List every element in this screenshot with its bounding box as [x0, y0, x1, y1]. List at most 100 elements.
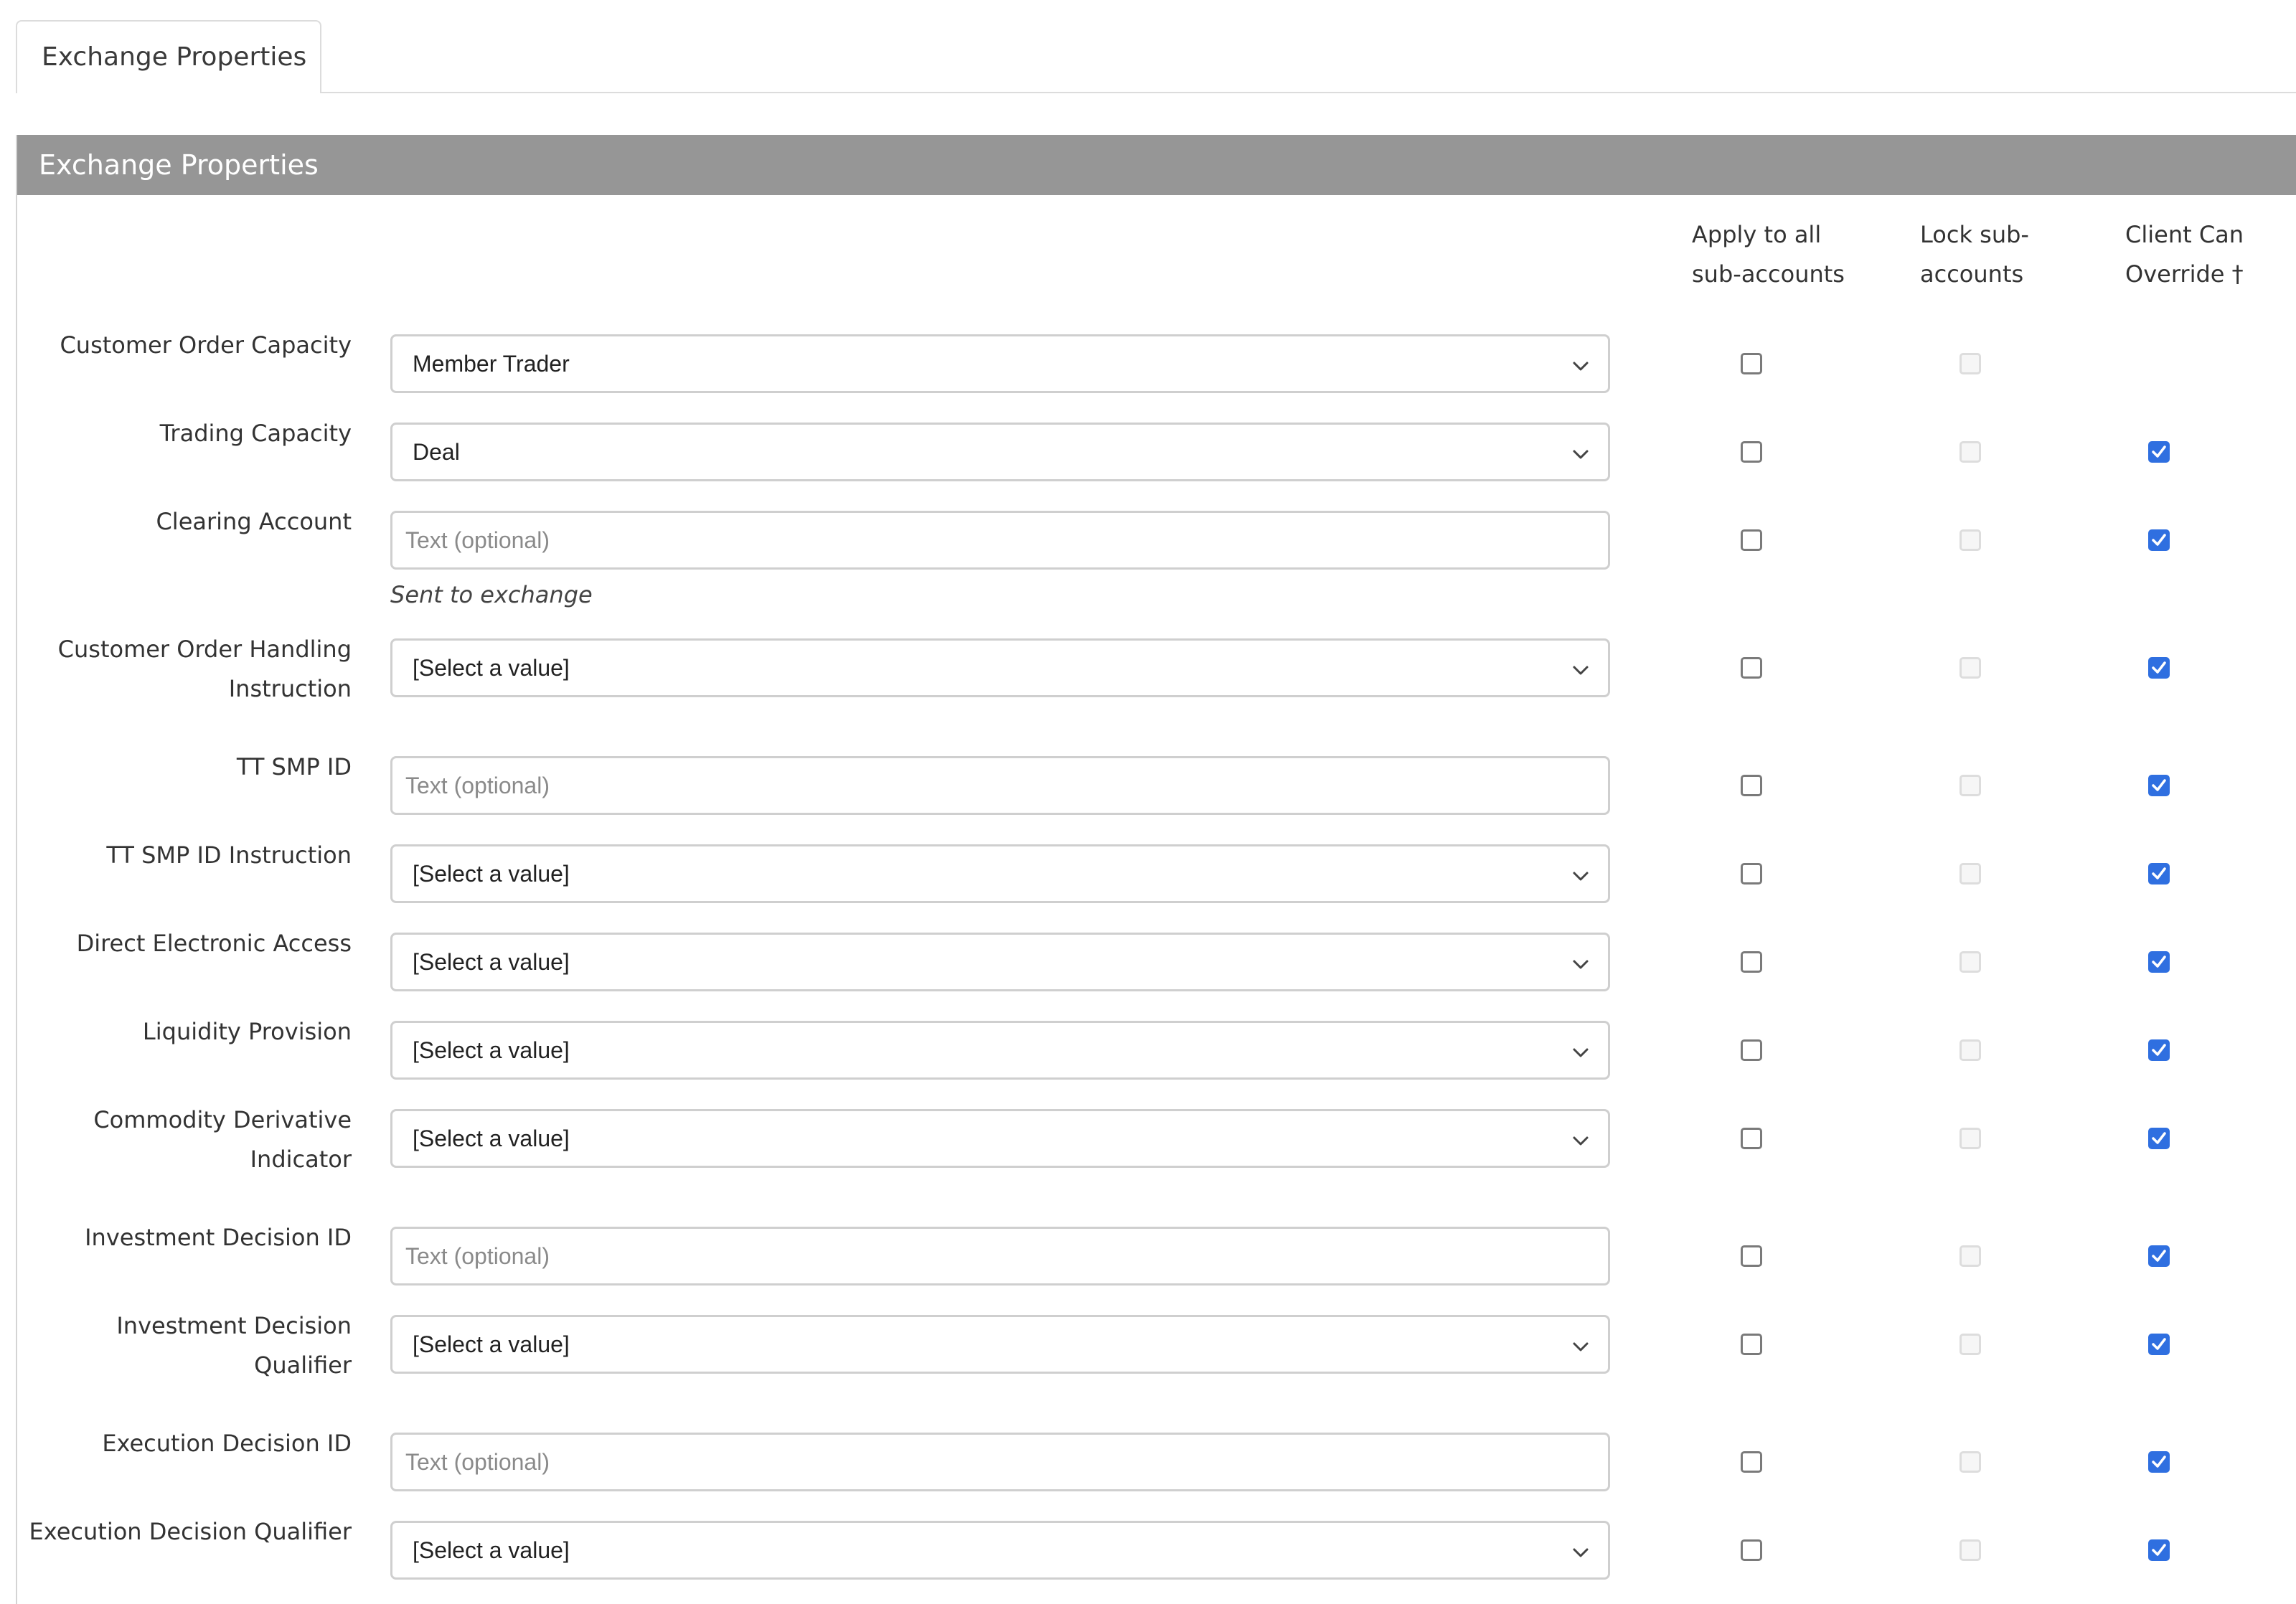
client-can-override-checkbox[interactable]: [2148, 657, 2170, 679]
select-investment-decision-qualifier[interactable]: [Select a value]: [390, 1315, 1610, 1374]
select-value: [Select a value]: [413, 1126, 570, 1151]
field-label-tt-smp-id: TT SMP ID: [22, 747, 352, 787]
field-label-line: Commodity Derivative: [93, 1106, 352, 1133]
apply-to-all-checkbox[interactable]: [1741, 1128, 1762, 1149]
column-header-apply-line-2: sub-accounts: [1692, 260, 1845, 288]
client-can-override-checkbox[interactable]: [2148, 775, 2170, 796]
field-label-direct-electronic-access: Direct Electronic Access: [22, 924, 352, 963]
select-customer-order-capacity[interactable]: Member Trader: [390, 334, 1610, 393]
apply-to-all-checkbox[interactable]: [1741, 775, 1762, 796]
field-label-line: Investment Decision ID: [85, 1224, 352, 1251]
lock-sub-accounts-checkbox: [1959, 441, 1981, 463]
chevron-down-icon: [1572, 1040, 1589, 1057]
select-customer-order-handling-instruction[interactable]: [Select a value]: [390, 638, 1610, 697]
client-can-override-checkbox[interactable]: [2148, 951, 2170, 973]
select-direct-electronic-access[interactable]: [Select a value]: [390, 933, 1610, 991]
tab-exchange-properties[interactable]: Exchange Properties: [16, 20, 321, 93]
chevron-down-icon: [1572, 1540, 1589, 1557]
field-label-line: Execution Decision Qualifier: [29, 1518, 352, 1545]
lock-sub-accounts-checkbox: [1959, 1039, 1981, 1061]
field-label-line: Clearing Account: [156, 508, 352, 535]
field-label-commodity-derivative-indicator: Commodity Derivative Indicator: [22, 1100, 352, 1179]
client-can-override-checkbox[interactable]: [2148, 863, 2170, 884]
chevron-down-icon: [1572, 952, 1589, 969]
client-can-override-checkbox[interactable]: [2148, 441, 2170, 463]
apply-to-all-checkbox[interactable]: [1741, 353, 1762, 374]
field-label-liquidity-provision: Liquidity Provision: [22, 1012, 352, 1052]
apply-to-all-checkbox[interactable]: [1741, 1334, 1762, 1355]
field-label-investment-decision-id: Investment Decision ID: [22, 1218, 352, 1258]
select-tt-smp-id-instruction[interactable]: [Select a value]: [390, 844, 1610, 903]
field-label-trading-capacity: Trading Capacity: [22, 414, 352, 453]
field-label-customer-order-capacity: Customer Order Capacity: [22, 326, 352, 365]
lock-sub-accounts-checkbox: [1959, 1245, 1981, 1267]
apply-to-all-checkbox[interactable]: [1741, 1539, 1762, 1561]
select-value: [Select a value]: [413, 1037, 570, 1063]
lock-sub-accounts-checkbox: [1959, 529, 1981, 551]
chevron-down-icon: [1572, 354, 1589, 371]
select-value: [Select a value]: [413, 1537, 570, 1563]
field-hint-clearing-account: Sent to exchange: [390, 581, 593, 608]
lock-sub-accounts-checkbox: [1959, 353, 1981, 374]
apply-to-all-checkbox[interactable]: [1741, 1039, 1762, 1061]
column-header-client-line-2: Override †: [2125, 260, 2244, 288]
apply-to-all-checkbox[interactable]: [1741, 529, 1762, 551]
field-label-line: TT SMP ID Instruction: [106, 841, 352, 869]
field-label-line: Qualifier: [254, 1351, 352, 1379]
field-label-line: Direct Electronic Access: [76, 930, 352, 957]
column-header-apply-to-all: Apply to all sub-accounts: [1692, 215, 1845, 294]
field-label-customer-order-handling-instruction: Customer Order Handling Instruction: [22, 630, 352, 709]
chevron-down-icon: [1572, 1334, 1589, 1351]
field-label-line: TT SMP ID: [236, 753, 352, 780]
client-can-override-checkbox[interactable]: [2148, 1245, 2170, 1267]
apply-to-all-checkbox[interactable]: [1741, 1245, 1762, 1267]
chevron-down-icon: [1572, 864, 1589, 881]
select-value: [Select a value]: [413, 1331, 570, 1357]
field-label-line: Instruction: [228, 675, 352, 702]
field-label-line: Execution Decision ID: [102, 1430, 352, 1457]
field-label-investment-decision-qualifier: Investment Decision Qualifier: [22, 1306, 352, 1385]
client-can-override-checkbox[interactable]: [2148, 1451, 2170, 1473]
select-trading-capacity[interactable]: Deal: [390, 423, 1610, 481]
text-input-tt-smp-id[interactable]: [390, 756, 1610, 815]
select-value: Deal: [413, 439, 460, 465]
field-label-line: Customer Order Capacity: [60, 331, 352, 359]
panel-title: Exchange Properties: [17, 135, 2296, 195]
column-header-client-can-override: Client Can Override †: [2125, 215, 2244, 294]
apply-to-all-checkbox[interactable]: [1741, 1451, 1762, 1473]
apply-to-all-checkbox[interactable]: [1741, 863, 1762, 884]
field-label-line: Indicator: [250, 1146, 352, 1173]
select-liquidity-provision[interactable]: [Select a value]: [390, 1021, 1610, 1080]
lock-sub-accounts-checkbox: [1959, 1539, 1981, 1561]
select-value: [Select a value]: [413, 861, 570, 887]
column-header-lock-line-1: Lock sub-: [1920, 221, 2029, 248]
client-can-override-checkbox[interactable]: [2148, 1039, 2170, 1061]
select-value: Member Trader: [413, 351, 570, 377]
column-header-lock-sub-accounts: Lock sub- accounts: [1920, 215, 2029, 294]
field-label-line: Liquidity Provision: [142, 1018, 352, 1045]
field-label-execution-decision-qualifier: Execution Decision Qualifier: [22, 1512, 352, 1552]
lock-sub-accounts-checkbox: [1959, 1128, 1981, 1149]
text-input-clearing-account[interactable]: [390, 511, 1610, 570]
tab-strip-divider: [16, 92, 2296, 93]
chevron-down-icon: [1572, 1128, 1589, 1146]
chevron-down-icon: [1572, 442, 1589, 459]
client-can-override-checkbox[interactable]: [2148, 1539, 2170, 1561]
text-input-investment-decision-id[interactable]: [390, 1227, 1610, 1285]
apply-to-all-checkbox[interactable]: [1741, 657, 1762, 679]
client-can-override-checkbox[interactable]: [2148, 529, 2170, 551]
field-label-line: Customer Order Handling: [57, 636, 352, 663]
field-label-execution-decision-id: Execution Decision ID: [22, 1424, 352, 1463]
lock-sub-accounts-checkbox: [1959, 951, 1981, 973]
select-execution-decision-qualifier[interactable]: [Select a value]: [390, 1521, 1610, 1580]
text-input-execution-decision-id[interactable]: [390, 1433, 1610, 1491]
field-label-clearing-account: Clearing Account: [22, 502, 352, 542]
client-can-override-checkbox[interactable]: [2148, 1334, 2170, 1355]
apply-to-all-checkbox[interactable]: [1741, 441, 1762, 463]
column-header-client-line-1: Client Can: [2125, 221, 2244, 248]
field-label-line: Trading Capacity: [159, 420, 352, 447]
apply-to-all-checkbox[interactable]: [1741, 951, 1762, 973]
select-commodity-derivative-indicator[interactable]: [Select a value]: [390, 1109, 1610, 1168]
chevron-down-icon: [1572, 658, 1589, 675]
client-can-override-checkbox[interactable]: [2148, 1128, 2170, 1149]
